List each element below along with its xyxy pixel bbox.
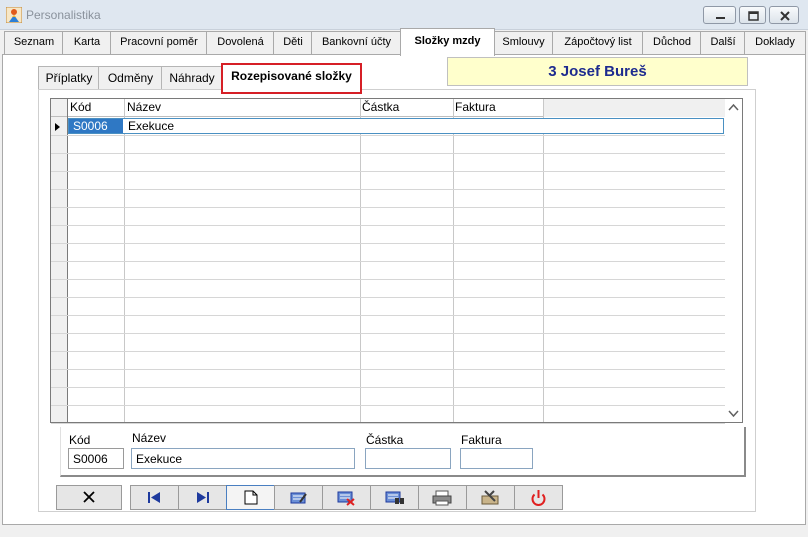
label-castka: Částka <box>366 433 404 447</box>
minimize-button[interactable] <box>703 6 736 24</box>
tab-seznam[interactable]: Seznam <box>4 31 64 54</box>
exit-button[interactable] <box>514 485 563 510</box>
edit-record-icon <box>290 492 307 504</box>
new-record-button[interactable] <box>226 485 275 510</box>
maximize-icon <box>748 11 759 21</box>
column-header-nazev[interactable]: Název <box>125 98 161 116</box>
row-pointer-icon <box>53 121 63 131</box>
subtab-rozepisovane-slozky[interactable]: Rozepisované složky <box>221 63 362 94</box>
cancel-button[interactable] <box>56 485 122 510</box>
maximize-button[interactable] <box>739 6 766 24</box>
kod-field[interactable] <box>68 448 124 469</box>
delete-record-button[interactable] <box>322 485 371 510</box>
tab-pracovni-pomer[interactable]: Pracovní poměr <box>110 31 208 54</box>
tab-dalsi[interactable]: Další <box>700 31 746 54</box>
subtab-nahrady[interactable]: Náhrady <box>161 66 223 91</box>
grid-row-divider <box>51 135 725 136</box>
window-title: Personalistika <box>26 8 101 22</box>
app-person-icon <box>5 6 23 24</box>
first-record-button[interactable] <box>130 485 179 510</box>
delete-record-icon <box>337 491 355 506</box>
tab-slozky-mzdy[interactable]: Složky mzdy <box>400 28 495 56</box>
close-icon <box>83 491 95 503</box>
print-icon <box>432 490 452 506</box>
grid-row-divider <box>51 207 725 208</box>
close-window-button[interactable] <box>769 6 799 24</box>
find-record-icon <box>385 491 404 504</box>
cell-faktura[interactable] <box>453 118 456 134</box>
cell-castka[interactable] <box>360 118 363 134</box>
grid-row-divider <box>51 189 725 190</box>
grid-row-divider <box>51 351 725 352</box>
tab-zapoctovy-list[interactable]: Zápočtový list <box>552 31 644 54</box>
nazev-field[interactable] <box>131 448 355 469</box>
scroll-arrows-icon <box>728 103 739 418</box>
tab-bankovni-ucty[interactable]: Bankovní účty <box>311 31 402 54</box>
tools-icon <box>481 490 499 505</box>
title-bar <box>0 0 808 30</box>
grid-row-divider <box>51 387 725 388</box>
grid-row-divider <box>51 369 725 370</box>
grid-header-filler <box>543 99 725 117</box>
edit-record-button[interactable] <box>274 485 323 510</box>
label-kod: Kód <box>69 433 91 447</box>
grid-row-divider <box>51 423 725 424</box>
tab-smlouvy[interactable]: Smlouvy <box>493 31 554 54</box>
find-record-button[interactable] <box>370 485 419 510</box>
grid-row-divider <box>51 243 725 244</box>
last-record-icon <box>197 492 209 503</box>
grid-row-divider <box>51 315 725 316</box>
power-icon <box>531 490 546 506</box>
subtab-odmeny[interactable]: Odměny <box>98 66 163 91</box>
tab-karta[interactable]: Karta <box>62 31 112 54</box>
label-faktura: Faktura <box>461 433 502 447</box>
grid-row-divider <box>51 261 725 262</box>
cell-kod[interactable]: S0006 <box>70 118 108 134</box>
faktura-field[interactable] <box>460 448 533 469</box>
castka-field[interactable] <box>365 448 451 469</box>
last-record-button[interactable] <box>178 485 227 510</box>
employee-name-badge: 3 Josef Bureš <box>447 57 748 86</box>
cell-nazev[interactable]: Exekuce <box>125 118 174 134</box>
column-header-faktura[interactable]: Faktura <box>453 98 496 116</box>
cell-cursor <box>121 119 123 133</box>
tab-duchod[interactable]: Důchod <box>642 31 702 54</box>
subtab-priplatky[interactable]: Příplatky <box>38 66 100 91</box>
tab-deti[interactable]: Děti <box>273 31 313 54</box>
tab-dovolena[interactable]: Dovolená <box>206 31 275 54</box>
minimize-icon <box>716 17 725 19</box>
tools-button[interactable] <box>466 485 515 510</box>
grid-row-divider <box>51 279 725 280</box>
grid-vertical-scrollbar[interactable] <box>725 99 742 422</box>
grid-row-divider <box>51 225 725 226</box>
first-record-icon <box>148 492 160 503</box>
label-nazev: Název <box>132 431 167 445</box>
grid-row-divider <box>51 297 725 298</box>
print-button[interactable] <box>418 485 467 510</box>
column-header-castka[interactable]: Částka <box>360 98 399 116</box>
status-strip <box>0 525 808 537</box>
new-document-icon <box>244 490 258 505</box>
grid-row-divider <box>51 153 725 154</box>
grid-row-divider <box>51 171 725 172</box>
grid-row-divider <box>51 405 725 406</box>
tab-doklady[interactable]: Doklady <box>744 31 806 54</box>
column-header-kod[interactable]: Kód <box>68 98 91 116</box>
close-window-icon <box>780 11 790 21</box>
grid-row-divider <box>51 333 725 334</box>
